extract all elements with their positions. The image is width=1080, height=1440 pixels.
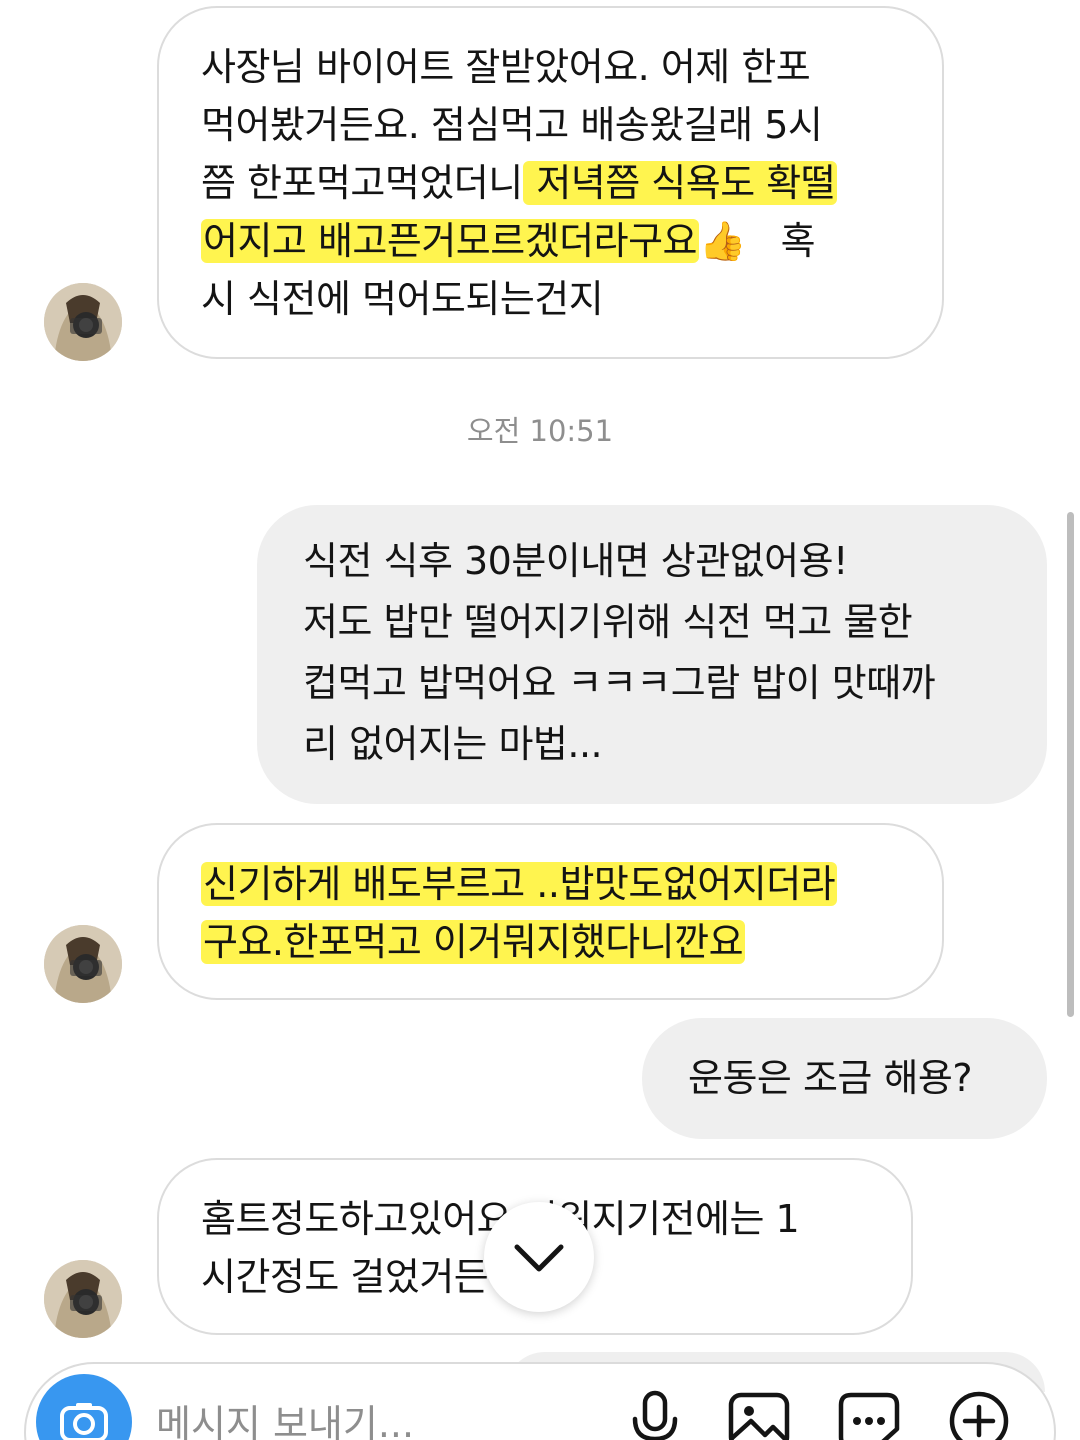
message-line: 운동은 조금 해용?	[688, 1056, 973, 1100]
chevron-down-icon	[514, 1244, 564, 1272]
thumbs-up-emoji: 👍	[699, 219, 746, 263]
message-line: 신기하게 배도부르고 ..밥맛도없어지더라	[201, 855, 902, 913]
highlighted-text: 신기하게 배도부르고 ..밥맛도없어지더라	[201, 862, 838, 906]
message-line: 어지고 배고픈거모르겠더라구요👍 혹	[201, 212, 902, 270]
avatar-photo-icon	[44, 925, 122, 1003]
image-gallery-icon	[728, 1392, 790, 1440]
plus-circle-icon	[949, 1391, 1009, 1440]
avatar-photo-icon	[44, 283, 122, 361]
incoming-message-bubble[interactable]: 신기하게 배도부르고 ..밥맛도없어지더라 구요.한포먹고 이거뭐지했다니깐요	[157, 823, 944, 1000]
gallery-button[interactable]	[724, 1386, 794, 1440]
add-button[interactable]	[944, 1386, 1014, 1440]
message-composer	[24, 1362, 1056, 1440]
camera-button[interactable]	[36, 1374, 132, 1440]
highlighted-text: 어지고 배고픈거모르겠더라구요	[201, 219, 700, 263]
message-line: 먹어봤거든요. 점심먹고 배송왔길래 5시	[201, 103, 823, 147]
message-line: 사장님 바이어트 잘받았어요. 어제 한포	[201, 45, 811, 89]
scrollbar[interactable]	[1067, 512, 1074, 1017]
outgoing-message-bubble[interactable]: 운동은 조금 해용?	[642, 1018, 1047, 1139]
message-line: 저도 밥만 떨어지기위해 식전 먹고 물한	[303, 600, 913, 644]
sticker-icon	[838, 1392, 900, 1440]
message-line: 쯤 한포먹고먹었더니 저녁쯤 식욕도 확떨	[201, 154, 902, 212]
microphone-icon	[632, 1390, 678, 1440]
camera-icon	[60, 1403, 108, 1440]
message-line: 구요.한포먹고 이거뭐지했다니깐요	[201, 913, 902, 971]
microphone-button[interactable]	[620, 1386, 690, 1440]
message-timestamp: 오전 10:51	[466, 414, 614, 448]
highlighted-text: 저녁쯤 식욕도 확떨	[522, 161, 838, 205]
sender-avatar[interactable]	[44, 925, 122, 1003]
message-input[interactable]	[156, 1396, 596, 1440]
sender-avatar[interactable]	[44, 1260, 122, 1338]
message-line: 시 식전에 먹어도되는건지	[201, 277, 604, 321]
avatar-photo-icon	[44, 1260, 122, 1338]
incoming-message-bubble[interactable]: 사장님 바이어트 잘받았어요. 어제 한포 먹어봤거든요. 점심먹고 배송왔길래…	[157, 6, 944, 359]
message-line: 컵먹고 밥먹어요 ㅋㅋㅋ그람 밥이 맛때까	[303, 661, 936, 705]
sender-avatar[interactable]	[44, 283, 122, 361]
message-text: 쯤 한포먹고먹었더니	[201, 161, 523, 205]
scroll-to-bottom-button[interactable]	[484, 1202, 594, 1312]
outgoing-message-bubble[interactable]: 식전 식후 30분이내면 상관없어용! 저도 밥만 떨어지기위해 식전 먹고 물…	[257, 505, 1047, 804]
highlighted-text: 구요.한포먹고 이거뭐지했다니깐요	[201, 920, 746, 964]
message-line: 식전 식후 30분이내면 상관없어용!	[303, 539, 848, 583]
message-text: 혹	[745, 219, 816, 263]
message-line: 리 없어지는 마법...	[303, 722, 603, 766]
chat-thread[interactable]: 사장님 바이어트 잘받았어요. 어제 한포 먹어봤거든요. 점심먹고 배송왔길래…	[0, 0, 1080, 1440]
sticker-button[interactable]	[834, 1386, 904, 1440]
